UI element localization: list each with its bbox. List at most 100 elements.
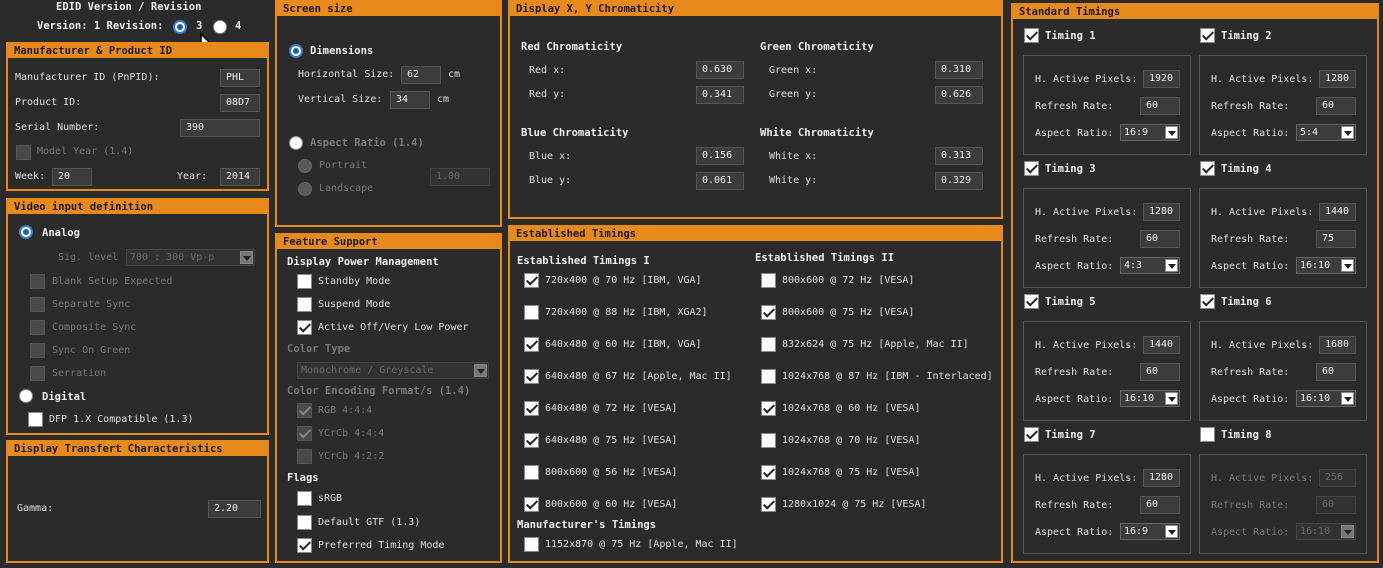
chevron-down-icon [1165, 126, 1178, 139]
standby-checkbox[interactable] [297, 274, 312, 289]
est2-checkbox-3[interactable] [761, 369, 776, 384]
ycc422-checkbox[interactable] [297, 449, 312, 464]
sig-level-value: 700 : 300 Vp-p [130, 252, 215, 263]
est2-checkbox-0[interactable] [761, 273, 776, 288]
timing-5-r-field[interactable]: 60 [1140, 363, 1180, 381]
blank-setup-checkbox[interactable] [30, 274, 45, 289]
red-x-field[interactable]: 0.630 [696, 61, 744, 79]
white-x-field[interactable]: 0.313 [935, 147, 983, 165]
sync-on-green-checkbox[interactable] [30, 343, 45, 358]
timing-2-r-field[interactable]: 60 [1316, 97, 1356, 115]
timing-7-r-field[interactable]: 60 [1140, 496, 1180, 514]
timing-6-h-field[interactable]: 1680 [1319, 336, 1356, 354]
est1-checkbox-7[interactable] [524, 497, 539, 512]
serration-checkbox[interactable] [30, 366, 45, 381]
timing-1-checkbox[interactable] [1024, 28, 1039, 43]
est2-checkbox-1[interactable] [761, 305, 776, 320]
est1-checkbox-4[interactable] [524, 401, 539, 416]
timing-8-aspect-select[interactable]: 16:10 [1296, 523, 1356, 540]
dfp-checkbox[interactable] [28, 412, 43, 427]
est2-checkbox-2[interactable] [761, 337, 776, 352]
timing-1-r-field[interactable]: 60 [1140, 97, 1180, 115]
aspect-ratio-field[interactable]: 1.00 [430, 168, 490, 186]
timing-6-aspect-select[interactable]: 16:10 [1296, 390, 1356, 407]
timing-5-checkbox[interactable] [1024, 294, 1039, 309]
color-type-select[interactable]: Monochrome / Greyscale [297, 362, 489, 379]
mfr-timing-checkbox[interactable] [524, 537, 539, 552]
suspend-checkbox[interactable] [297, 297, 312, 312]
aspect-ratio-radio[interactable] [289, 136, 303, 150]
timing-8-h-field[interactable]: 256 [1319, 469, 1356, 487]
composite-sync-checkbox[interactable] [30, 320, 45, 335]
portrait-radio[interactable] [298, 159, 312, 173]
timing-3-h-field[interactable]: 1280 [1143, 203, 1180, 221]
est1-checkbox-3[interactable] [524, 369, 539, 384]
timing-4-r-field[interactable]: 75 [1316, 230, 1356, 248]
srgb-checkbox[interactable] [297, 491, 312, 506]
timing-4-h-field[interactable]: 1440 [1319, 203, 1356, 221]
timing-7-aspect-select[interactable]: 16:9 [1120, 523, 1180, 540]
separate-sync-checkbox[interactable] [30, 297, 45, 312]
rgb444-checkbox[interactable] [297, 403, 312, 418]
digital-radio[interactable] [19, 389, 33, 403]
est2-checkbox-7[interactable] [761, 497, 776, 512]
timing-5-aspect-select[interactable]: 16:10 [1120, 390, 1180, 407]
est1-checkbox-6[interactable] [524, 465, 539, 480]
mfr-id-field[interactable]: PHL [220, 69, 260, 87]
ycc444-checkbox[interactable] [297, 426, 312, 441]
landscape-radio[interactable] [298, 182, 312, 196]
timing-4-aspect-select[interactable]: 16:10 [1296, 257, 1356, 274]
timing-2-aspect-select[interactable]: 5:4 [1296, 124, 1356, 141]
timing-3-r-field[interactable]: 60 [1140, 230, 1180, 248]
est1-label-7: 800x600 @ 60 Hz [VESA] [545, 499, 678, 510]
product-id-field[interactable]: 08D7 [220, 94, 260, 112]
model-year-checkbox[interactable] [16, 145, 31, 160]
blue-y-field[interactable]: 0.061 [696, 172, 744, 190]
timing-8-r-label: Refresh Rate: [1211, 500, 1290, 511]
rgb444-label: RGB 4:4:4 [318, 405, 373, 416]
timing-1-aspect-select[interactable]: 16:9 [1120, 124, 1180, 141]
blue-x-label: Blue x: [529, 151, 572, 162]
green-x-field[interactable]: 0.310 [935, 61, 983, 79]
timing-1-label: Timing 1 [1045, 30, 1096, 42]
timing-2-h-field[interactable]: 1280 [1319, 70, 1356, 88]
timing-6-r-field[interactable]: 60 [1316, 363, 1356, 381]
red-y-field[interactable]: 0.341 [696, 86, 744, 104]
timing-3-aspect-select[interactable]: 4:3 [1120, 257, 1180, 274]
revision-3-radio[interactable] [173, 20, 187, 34]
est2-checkbox-4[interactable] [761, 401, 776, 416]
est1-checkbox-2[interactable] [524, 337, 539, 352]
timing-2-checkbox[interactable] [1200, 28, 1215, 43]
timing-3-checkbox[interactable] [1024, 161, 1039, 176]
blue-x-field[interactable]: 0.156 [696, 147, 744, 165]
gamma-field[interactable]: 2.20 [208, 500, 261, 518]
timing-8-checkbox[interactable] [1200, 427, 1215, 442]
timing-7-checkbox[interactable] [1024, 427, 1039, 442]
timing-5-h-field[interactable]: 1440 [1143, 336, 1180, 354]
timing-1-h-field[interactable]: 1920 [1143, 70, 1180, 88]
timing-4-checkbox[interactable] [1200, 161, 1215, 176]
est2-checkbox-6[interactable] [761, 465, 776, 480]
analog-radio[interactable] [19, 225, 33, 239]
timing-4-label: Timing 4 [1221, 163, 1272, 175]
timing-7-h-field[interactable]: 1280 [1143, 469, 1180, 487]
timing-6-checkbox[interactable] [1200, 294, 1215, 309]
white-y-field[interactable]: 0.329 [935, 172, 983, 190]
default-gtf-checkbox[interactable] [297, 515, 312, 530]
est1-checkbox-5[interactable] [524, 433, 539, 448]
h-size-field[interactable]: 62 [401, 66, 441, 84]
preferred-timing-checkbox[interactable] [297, 538, 312, 553]
week-field[interactable]: 20 [52, 168, 92, 186]
sig-level-select[interactable]: 700 : 300 Vp-p [126, 249, 255, 266]
dimensions-radio[interactable] [289, 44, 303, 58]
est1-checkbox-1[interactable] [524, 305, 539, 320]
est2-checkbox-5[interactable] [761, 433, 776, 448]
serial-field[interactable]: 390 [180, 119, 260, 137]
timing-8-r-field[interactable]: 60 [1316, 496, 1356, 514]
year-field[interactable]: 2014 [220, 168, 260, 186]
model-year-label: Model Year (1.4) [37, 146, 134, 157]
active-off-checkbox[interactable] [297, 320, 312, 335]
green-y-field[interactable]: 0.626 [935, 86, 983, 104]
v-size-field[interactable]: 34 [390, 91, 430, 109]
est1-checkbox-0[interactable] [524, 273, 539, 288]
